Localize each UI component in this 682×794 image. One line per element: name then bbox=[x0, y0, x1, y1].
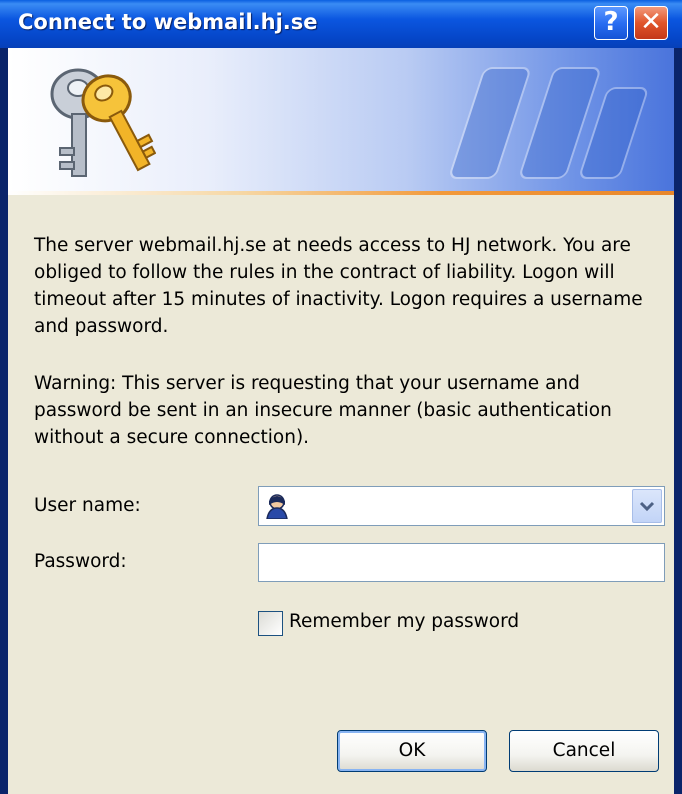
security-warning: Warning: This server is requesting that … bbox=[34, 373, 612, 448]
dialog-body: The server webmail.hj.se at needs access… bbox=[8, 48, 674, 794]
keys-watermark bbox=[450, 67, 648, 179]
password-field[interactable] bbox=[258, 543, 665, 582]
user-icon bbox=[266, 494, 288, 519]
close-button[interactable]: ✕ bbox=[634, 6, 668, 40]
username-label: User name: bbox=[34, 495, 141, 516]
chevron-down-icon bbox=[639, 501, 655, 512]
cancel-button[interactable]: Cancel bbox=[509, 730, 659, 772]
login-dialog: Connect to webmail.hj.se ? ✕ The server … bbox=[0, 0, 682, 794]
title-bar[interactable]: Connect to webmail.hj.se ? ✕ bbox=[0, 0, 682, 48]
ok-button[interactable]: OK bbox=[337, 730, 487, 772]
header-banner bbox=[8, 48, 674, 191]
banner-accent-line bbox=[8, 191, 674, 195]
server-message: The server webmail.hj.se at needs access… bbox=[34, 235, 643, 337]
remember-password-checkbox[interactable] bbox=[258, 611, 283, 636]
remember-password-label: Remember my password bbox=[289, 611, 520, 632]
help-button[interactable]: ? bbox=[594, 6, 628, 40]
password-label: Password: bbox=[34, 551, 127, 572]
dropdown-button[interactable] bbox=[632, 489, 662, 523]
keys-icon bbox=[50, 68, 156, 177]
username-combobox[interactable] bbox=[258, 486, 665, 526]
window-title: Connect to webmail.hj.se bbox=[18, 10, 318, 34]
